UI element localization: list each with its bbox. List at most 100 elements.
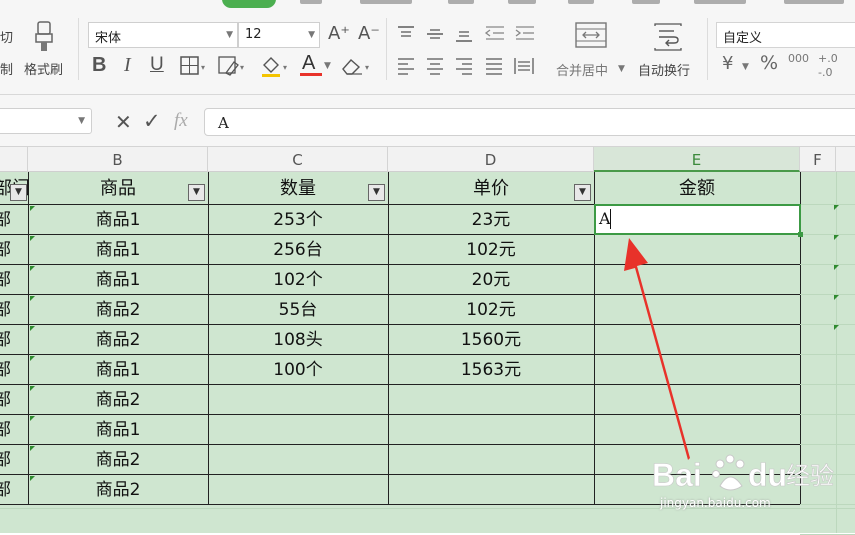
- font-color-button[interactable]: A ▼: [300, 52, 332, 78]
- outdent-button[interactable]: [484, 24, 506, 48]
- thousands-separator-button[interactable]: 000: [788, 52, 809, 65]
- increase-decimal-button[interactable]: +.0: [818, 52, 838, 65]
- cell-quantity[interactable]: [208, 475, 388, 505]
- cell-product[interactable]: 商品2: [28, 385, 208, 415]
- tab-view[interactable]: [632, 0, 660, 4]
- cell-unit-price[interactable]: 1560元: [388, 325, 594, 355]
- underline-button[interactable]: U: [150, 55, 164, 74]
- cell-unit-price[interactable]: 23元: [388, 205, 594, 235]
- tab-formulas[interactable]: [448, 0, 474, 4]
- align-center-button[interactable]: [425, 56, 445, 80]
- cell-quantity[interactable]: [208, 445, 388, 475]
- cell-quantity[interactable]: [208, 415, 388, 445]
- cut-button[interactable]: 切: [0, 27, 13, 46]
- tab-developer[interactable]: [694, 0, 746, 4]
- cell-product[interactable]: 商品2: [28, 445, 208, 475]
- cell-product[interactable]: 商品2: [28, 295, 208, 325]
- cell-product[interactable]: 商品1: [28, 205, 208, 235]
- border-button[interactable]: ▾: [180, 56, 208, 80]
- number-format-select[interactable]: 自定义: [716, 22, 855, 48]
- align-top-button[interactable]: [396, 24, 416, 48]
- cell-department[interactable]: 部: [0, 445, 28, 475]
- align-right-button[interactable]: [454, 56, 474, 80]
- format-painter-button[interactable]: [30, 20, 60, 52]
- cell-unit-price[interactable]: 102元: [388, 235, 594, 265]
- cell-product[interactable]: 商品1: [28, 355, 208, 385]
- tab-data[interactable]: [508, 0, 536, 4]
- distributed-align-button[interactable]: [513, 56, 535, 80]
- header-cell-quantity[interactable]: 数量: [208, 174, 388, 204]
- cell-quantity[interactable]: 55台: [208, 295, 388, 325]
- fx-icon[interactable]: fx: [174, 110, 188, 132]
- column-header-c[interactable]: C: [208, 147, 388, 172]
- cell-department[interactable]: 部: [0, 325, 28, 355]
- copy-button[interactable]: 制: [0, 59, 13, 78]
- currency-button[interactable]: ¥: [722, 55, 733, 73]
- cell-department[interactable]: 部: [0, 235, 28, 265]
- cell-quantity[interactable]: 253个: [208, 205, 388, 235]
- cell-department[interactable]: 部: [0, 385, 28, 415]
- cell-unit-price[interactable]: [388, 475, 594, 505]
- column-header-a[interactable]: [0, 147, 28, 172]
- header-cell-unit-price[interactable]: 单价: [388, 174, 594, 204]
- column-header-b[interactable]: B: [28, 147, 208, 172]
- cell-product[interactable]: 商品2: [28, 325, 208, 355]
- cell-department[interactable]: 部: [0, 415, 28, 445]
- cancel-icon[interactable]: ✕: [115, 110, 132, 134]
- font-size-select[interactable]: 12 ▼: [238, 22, 320, 48]
- name-box[interactable]: ▼: [0, 108, 92, 134]
- column-header-f[interactable]: F: [800, 147, 836, 172]
- cell-unit-price[interactable]: 20元: [388, 265, 594, 295]
- cell-product[interactable]: 商品1: [28, 415, 208, 445]
- italic-button[interactable]: I: [124, 55, 131, 75]
- cell-unit-price[interactable]: [388, 415, 594, 445]
- header-cell-product[interactable]: 商品: [28, 174, 208, 204]
- confirm-icon[interactable]: ✓: [143, 109, 161, 133]
- column-header-g[interactable]: [836, 147, 855, 172]
- formula-input[interactable]: A: [204, 108, 855, 136]
- cell-unit-price[interactable]: [388, 445, 594, 475]
- tab-page-layout[interactable]: [360, 0, 412, 4]
- merge-center-button[interactable]: [574, 20, 610, 56]
- cell-department[interactable]: 部: [0, 265, 28, 295]
- cell-quantity[interactable]: 108头: [208, 325, 388, 355]
- filter-dropdown-icon[interactable]: ▼: [574, 184, 591, 201]
- column-header-d[interactable]: D: [388, 147, 594, 172]
- fill-color-button[interactable]: ▾: [260, 56, 292, 82]
- fill-handle[interactable]: [798, 232, 803, 237]
- filter-dropdown-icon[interactable]: ▼: [368, 184, 385, 201]
- align-bottom-button[interactable]: [454, 24, 474, 48]
- cell-product[interactable]: 商品1: [28, 265, 208, 295]
- column-header-e[interactable]: E: [594, 147, 800, 172]
- align-left-button[interactable]: [396, 56, 416, 80]
- font-name-select[interactable]: 宋体 ▼: [88, 22, 238, 48]
- decrease-font-size-button[interactable]: A⁻: [358, 25, 380, 43]
- indent-button[interactable]: [514, 24, 536, 48]
- cell-unit-price[interactable]: 1563元: [388, 355, 594, 385]
- filter-dropdown-icon[interactable]: ▼: [188, 184, 205, 201]
- increase-font-size-button[interactable]: A⁺: [328, 25, 350, 43]
- tab-review[interactable]: [568, 0, 594, 4]
- tab-insert[interactable]: [300, 0, 322, 4]
- cell-quantity[interactable]: 256台: [208, 235, 388, 265]
- cell-style-button[interactable]: ▾: [218, 56, 248, 80]
- cell-quantity[interactable]: 102个: [208, 265, 388, 295]
- cell-product[interactable]: 商品2: [28, 475, 208, 505]
- cell-department[interactable]: 部: [0, 205, 28, 235]
- filter-dropdown-icon[interactable]: ▼: [10, 184, 27, 201]
- cell-quantity[interactable]: 100个: [208, 355, 388, 385]
- cell-department[interactable]: 部: [0, 475, 28, 505]
- cell-product[interactable]: 商品1: [28, 235, 208, 265]
- decrease-decimal-button[interactable]: -.0: [818, 66, 832, 79]
- cell-unit-price[interactable]: 102元: [388, 295, 594, 325]
- cell-unit-price[interactable]: [388, 385, 594, 415]
- clear-button[interactable]: ▾: [340, 56, 374, 80]
- header-cell-amount[interactable]: 金额: [594, 174, 800, 204]
- tab-home[interactable]: [222, 0, 276, 8]
- tab-features[interactable]: [784, 0, 844, 4]
- bold-button[interactable]: B: [92, 55, 106, 75]
- cell-department[interactable]: 部: [0, 355, 28, 385]
- percent-button[interactable]: %: [760, 54, 778, 73]
- wrap-text-button[interactable]: [652, 22, 684, 56]
- cell-quantity[interactable]: [208, 385, 388, 415]
